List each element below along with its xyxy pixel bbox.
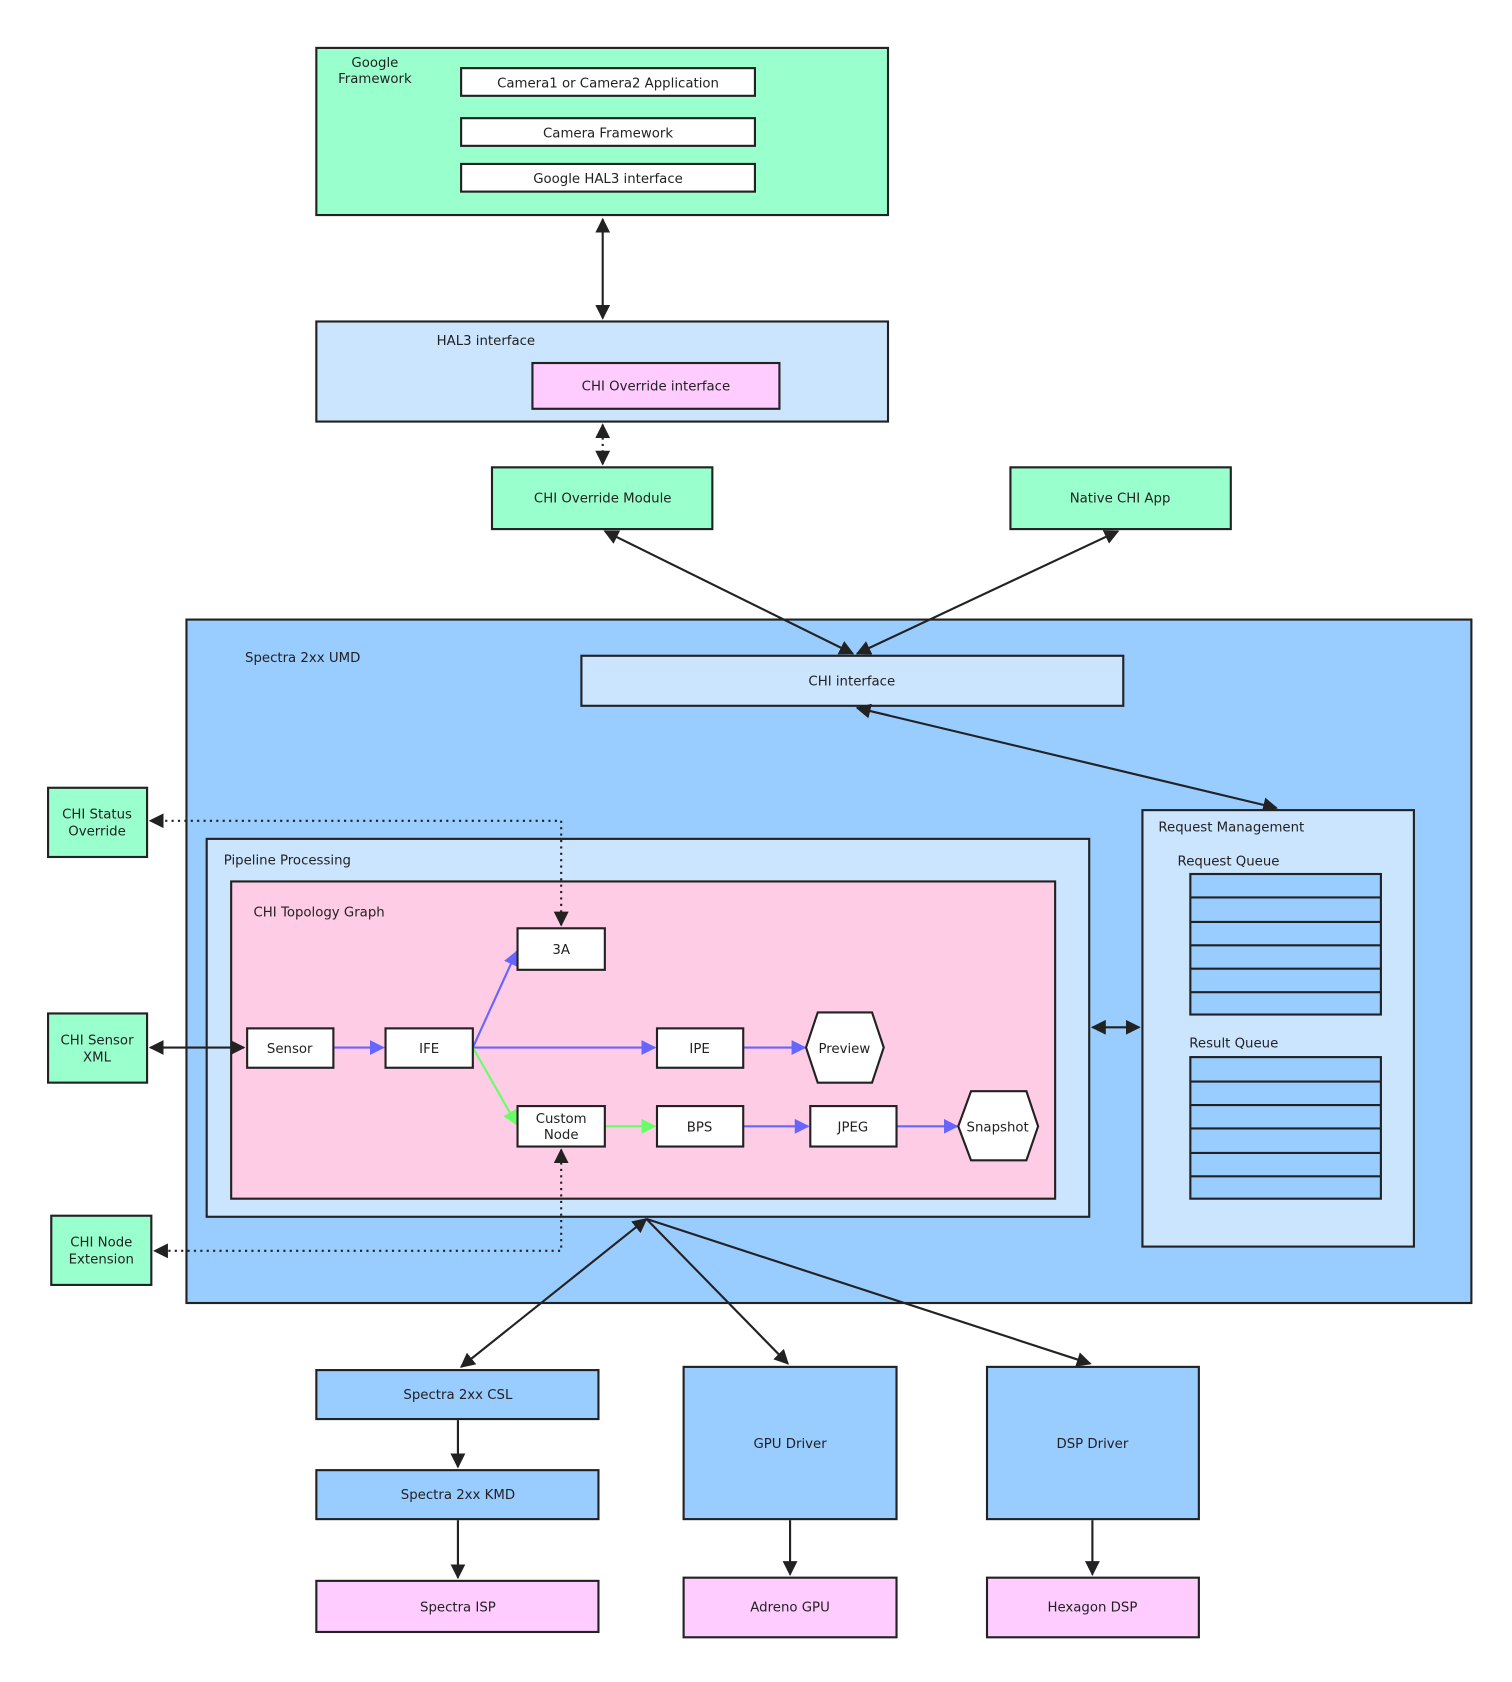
node-ipe-label: IPE xyxy=(689,1042,709,1057)
chi-node-extension-label-2: Extension xyxy=(69,1253,134,1268)
spectra-isp-label: Spectra ISP xyxy=(420,1601,496,1616)
request-management-label: Request Management xyxy=(1158,820,1304,835)
adreno-gpu-label: Adreno GPU xyxy=(750,1601,830,1616)
hal3-interface-group: HAL3 interface CHI Override interface xyxy=(315,320,890,423)
spectra-umd-label: Spectra 2xx UMD xyxy=(245,651,360,666)
chi-status-override-label-2: Override xyxy=(68,825,126,840)
camera-architecture-diagram: Google Framework Camera1 or Camera2 Appl… xyxy=(47,46,1473,1639)
node-sensor-label: Sensor xyxy=(267,1042,313,1057)
result-queue xyxy=(1189,1056,1382,1200)
chi-sensor-xml-label-2: XML xyxy=(83,1050,112,1065)
node-bps-label: BPS xyxy=(687,1121,713,1136)
node-custom-label: Custom xyxy=(536,1112,587,1127)
dsp-driver-label: DSP Driver xyxy=(1056,1437,1128,1452)
native-chi-app-label: Native CHI App xyxy=(1070,491,1171,506)
google-framework-label: Google xyxy=(351,56,398,71)
chi-sensor-xml-label: CHI Sensor xyxy=(61,1033,135,1048)
camera-app-label: Camera1 or Camera2 Application xyxy=(497,76,719,91)
spectra-csl-label: Spectra 2xx CSL xyxy=(403,1388,513,1403)
request-management-group: Request Management Request Queue Result … xyxy=(1141,809,1415,1248)
chi-node-extension-label: CHI Node xyxy=(70,1236,132,1251)
google-framework-group: Google Framework Camera1 or Camera2 Appl… xyxy=(315,46,890,217)
node-ife-label: IFE xyxy=(419,1042,439,1057)
topology-graph-label: CHI Topology Graph xyxy=(254,906,385,921)
pipeline-processing-label: Pipeline Processing xyxy=(224,853,351,868)
request-queue-label: Request Queue xyxy=(1178,854,1280,869)
hal3-interface-label: HAL3 interface xyxy=(437,334,536,349)
chi-status-override-label: CHI Status xyxy=(62,808,132,823)
request-queue xyxy=(1189,872,1382,1016)
node-custom-label-2: Node xyxy=(544,1128,579,1143)
google-framework-label-2: Framework xyxy=(338,72,412,87)
node-snapshot-label: Snapshot xyxy=(967,1121,1029,1136)
google-hal3-label: Google HAL3 interface xyxy=(533,172,683,187)
node-preview-label: Preview xyxy=(818,1042,870,1057)
chi-override-interface-label: CHI Override interface xyxy=(582,380,731,395)
node-3a-label: 3A xyxy=(552,943,570,958)
topology-graph-box xyxy=(230,880,1057,1200)
hexagon-dsp-label: Hexagon DSP xyxy=(1047,1601,1137,1616)
node-jpeg-label: JPEG xyxy=(837,1121,869,1136)
chi-interface-label: CHI interface xyxy=(808,675,895,690)
gpu-driver-label: GPU Driver xyxy=(753,1437,827,1452)
result-queue-label: Result Queue xyxy=(1189,1037,1278,1052)
chi-override-module-label: CHI Override Module xyxy=(534,491,672,506)
camera-framework-label: Camera Framework xyxy=(543,126,673,141)
spectra-kmd-label: Spectra 2xx KMD xyxy=(401,1488,515,1503)
